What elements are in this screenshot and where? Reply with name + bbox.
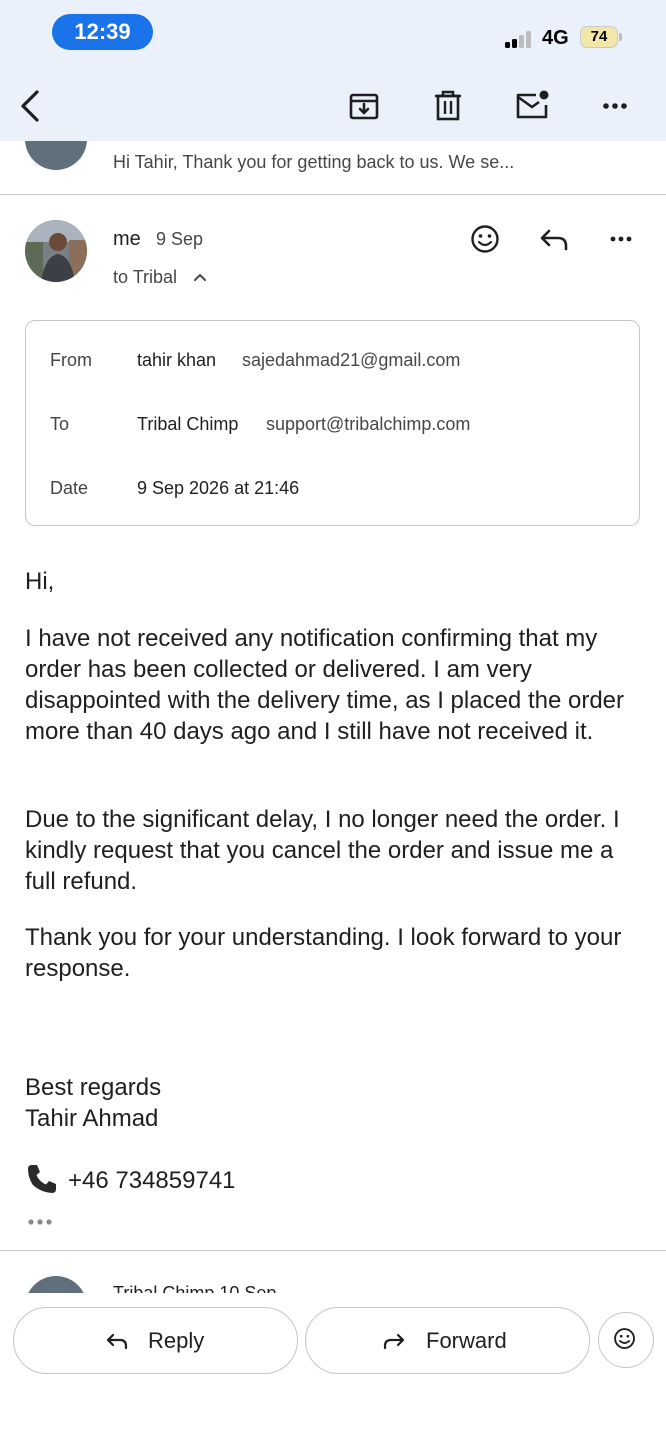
mail-unread-icon <box>516 90 549 119</box>
phone-icon <box>28 1165 56 1193</box>
reply-icon <box>106 1333 128 1350</box>
previous-message-snippet[interactable]: Hi Tahir, Thank you for getting back to … <box>113 152 514 173</box>
divider <box>0 1250 666 1251</box>
forward-button[interactable]: Forward <box>305 1307 590 1374</box>
back-button[interactable] <box>12 86 52 126</box>
profile-photo <box>25 220 87 282</box>
chevron-left-icon <box>21 90 39 122</box>
reply-icon[interactable] <box>536 221 572 257</box>
from-email[interactable]: sajedahmad21@gmail.com <box>242 350 460 371</box>
delete-button[interactable] <box>428 86 468 126</box>
body-greeting: Hi, <box>25 568 55 595</box>
date-label: Date <box>50 478 89 498</box>
network-type: 4G <box>542 27 569 49</box>
reply-label: Reply <box>148 1328 205 1353</box>
more-options-button[interactable] <box>596 86 636 126</box>
show-trimmed-content-icon[interactable] <box>26 1214 54 1230</box>
sender-name: me <box>113 228 141 250</box>
more-horizontal-icon[interactable] <box>604 221 640 257</box>
from-label: From <box>50 350 92 370</box>
emoji-react-button[interactable] <box>598 1312 654 1368</box>
battery-level: 74 <box>590 28 608 45</box>
body-paragraph: Thank you for your understanding. I look… <box>25 924 622 982</box>
signoff: Best regards <box>25 1074 162 1101</box>
emoji-reaction-icon[interactable] <box>467 221 503 257</box>
phone-number[interactable]: +46 734859741 <box>68 1165 236 1196</box>
forward-icon <box>383 1333 405 1350</box>
archive-button[interactable] <box>344 86 384 126</box>
message-date: 9 Sep <box>156 229 204 249</box>
avatar[interactable] <box>25 220 87 282</box>
forward-label: Forward <box>426 1328 507 1353</box>
status-time: 12:39 <box>52 14 153 50</box>
date-value: 9 Sep 2026 at 21:46 <box>137 478 300 498</box>
top-app-bar: 12:39 4G 74 <box>0 0 666 141</box>
more-horizontal-icon <box>603 103 627 109</box>
divider <box>0 194 666 195</box>
trash-icon <box>435 90 461 121</box>
to-name: Tribal Chimp <box>137 414 239 434</box>
cellular-signal-icon <box>505 28 537 48</box>
from-name: tahir khan <box>137 350 217 370</box>
reply-button[interactable]: Reply <box>13 1307 298 1374</box>
to-label: To <box>50 414 70 434</box>
recipient-summary[interactable]: to Tribal <box>113 267 177 288</box>
body-paragraph: Due to the significant delay, I no longe… <box>25 806 620 895</box>
chevron-up-icon[interactable] <box>192 269 208 285</box>
body-paragraph: I have not received any notification con… <box>25 625 625 745</box>
battery-tip <box>619 33 622 41</box>
mark-unread-button[interactable] <box>512 86 552 126</box>
emoji-icon <box>614 1328 635 1349</box>
signature-name: Tahir Ahmad <box>25 1105 159 1132</box>
to-email[interactable]: support@tribalchimp.com <box>266 414 470 435</box>
archive-icon <box>349 93 379 120</box>
battery-indicator: 74 <box>580 26 618 48</box>
